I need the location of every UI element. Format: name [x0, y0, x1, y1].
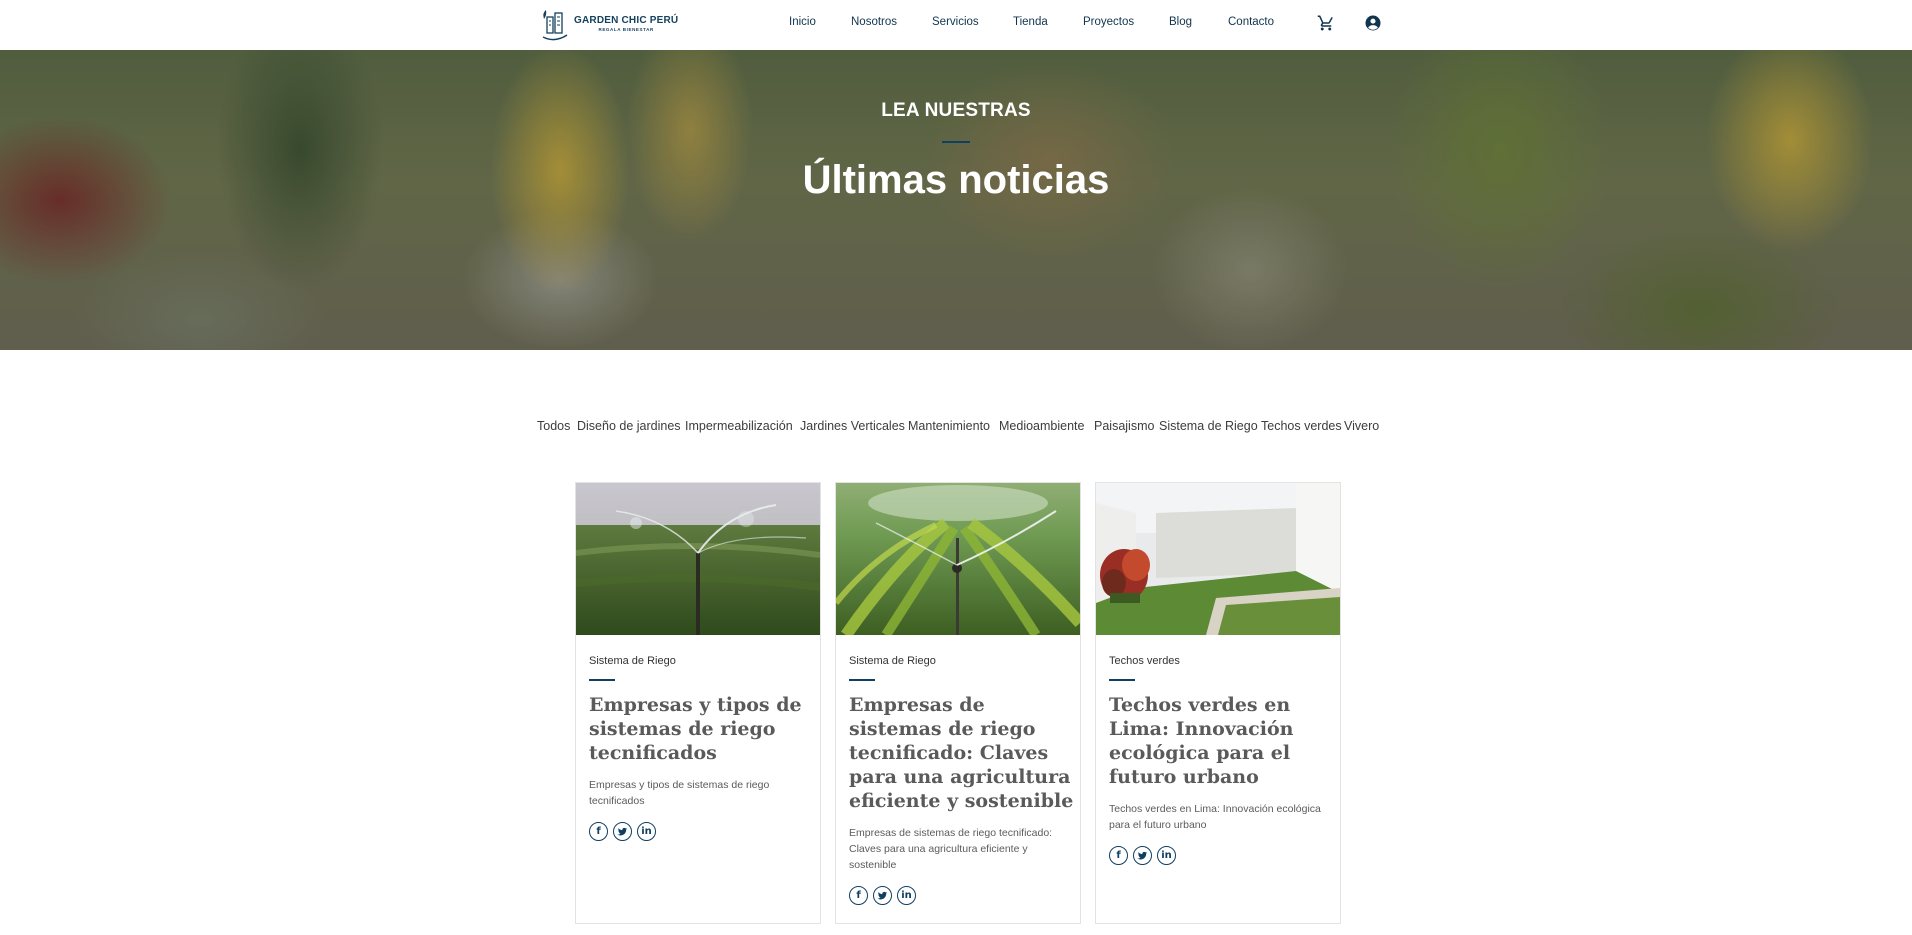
twitter-icon[interactable]	[1133, 846, 1152, 865]
category-divider	[589, 679, 615, 681]
hero-title: Últimas noticias	[802, 158, 1110, 202]
post-excerpt: Empresas y tipos de sistemas de riego te…	[589, 779, 770, 807]
category-divider	[1109, 679, 1135, 681]
post-card[interactable]: Sistema de Riego Empresas y tipos de sis…	[575, 482, 821, 924]
filter-vivero[interactable]: Vivero	[1344, 419, 1379, 433]
site-header: GARDEN CHIC PERÚ REGALA BIENESTAR Inicio…	[0, 0, 1912, 50]
linkedin-icon[interactable]: in	[1157, 846, 1176, 865]
post-image-irrigation-field[interactable]	[576, 483, 820, 635]
brand-name: GARDEN CHIC PERÚ	[574, 14, 679, 26]
post-excerpt: Techos verdes en Lima: Innovación ecológ…	[1109, 803, 1321, 831]
filter-techos-verdes[interactable]: Techos verdes	[1261, 419, 1342, 433]
brand-logo[interactable]: GARDEN CHIC PERÚ REGALA BIENESTAR	[540, 7, 678, 41]
garden-logo-icon	[542, 10, 568, 41]
filter-mantenimiento[interactable]: Mantenimiento	[908, 419, 990, 433]
account-icon[interactable]	[1364, 14, 1382, 32]
share-buttons: f in	[1109, 846, 1176, 865]
twitter-icon[interactable]	[613, 822, 632, 841]
post-image-crop-sprinkler[interactable]	[836, 483, 1080, 635]
nav-proyectos[interactable]: Proyectos	[1083, 16, 1134, 28]
facebook-icon[interactable]: f	[1109, 846, 1128, 865]
post-title[interactable]: Empresas y tipos de sistemas de riego te…	[589, 693, 814, 765]
hero-divider	[942, 141, 970, 143]
nav-servicios[interactable]: Servicios	[932, 16, 979, 28]
facebook-icon[interactable]: f	[589, 822, 608, 841]
facebook-icon[interactable]: f	[849, 886, 868, 905]
category-filters: Todos Diseño de jardines Impermeabilizac…	[0, 419, 1912, 439]
share-buttons: f in	[849, 886, 916, 905]
filter-diseno-de-jardines[interactable]: Diseño de jardines	[577, 419, 681, 433]
post-excerpt: Empresas de sistemas de riego tecnificad…	[849, 827, 1053, 871]
post-image-green-roof[interactable]	[1096, 483, 1340, 635]
filter-impermeabilizacion[interactable]: Impermeabilización	[685, 419, 793, 433]
filter-paisajismo[interactable]: Paisajismo	[1094, 419, 1154, 433]
cart-icon[interactable]	[1317, 14, 1335, 32]
filter-medioambiente[interactable]: Medioambiente	[999, 419, 1084, 433]
nav-tienda[interactable]: Tienda	[1013, 16, 1048, 28]
nav-contacto[interactable]: Contacto	[1228, 16, 1274, 28]
brand-tagline: REGALA BIENESTAR	[598, 26, 654, 32]
nav-blog[interactable]: Blog	[1169, 16, 1192, 28]
post-card[interactable]: Techos verdes Techos verdes en Lima: Inn…	[1095, 482, 1341, 924]
nav-inicio[interactable]: Inicio	[789, 16, 816, 28]
post-category[interactable]: Sistema de Riego	[589, 655, 676, 667]
post-category[interactable]: Techos verdes	[1109, 655, 1180, 667]
post-title[interactable]: Empresas de sistemas de riego tecnificad…	[849, 693, 1074, 813]
filter-jardines-verticales[interactable]: Jardines Verticales	[800, 419, 905, 433]
hero-banner: LEA NUESTRAS Últimas noticias	[0, 50, 1912, 350]
category-divider	[849, 679, 875, 681]
post-category[interactable]: Sistema de Riego	[849, 655, 936, 667]
post-card[interactable]: Sistema de Riego Empresas de sistemas de…	[835, 482, 1081, 924]
share-buttons: f in	[589, 822, 656, 841]
filter-sistema-de-riego[interactable]: Sistema de Riego	[1159, 419, 1258, 433]
linkedin-icon[interactable]: in	[897, 886, 916, 905]
twitter-icon[interactable]	[873, 886, 892, 905]
hero-kicker: LEA NUESTRAS	[881, 100, 1031, 121]
post-title[interactable]: Techos verdes en Lima: Innovación ecológ…	[1109, 693, 1334, 789]
linkedin-icon[interactable]: in	[637, 822, 656, 841]
nav-nosotros[interactable]: Nosotros	[851, 16, 897, 28]
filter-todos[interactable]: Todos	[537, 419, 570, 433]
